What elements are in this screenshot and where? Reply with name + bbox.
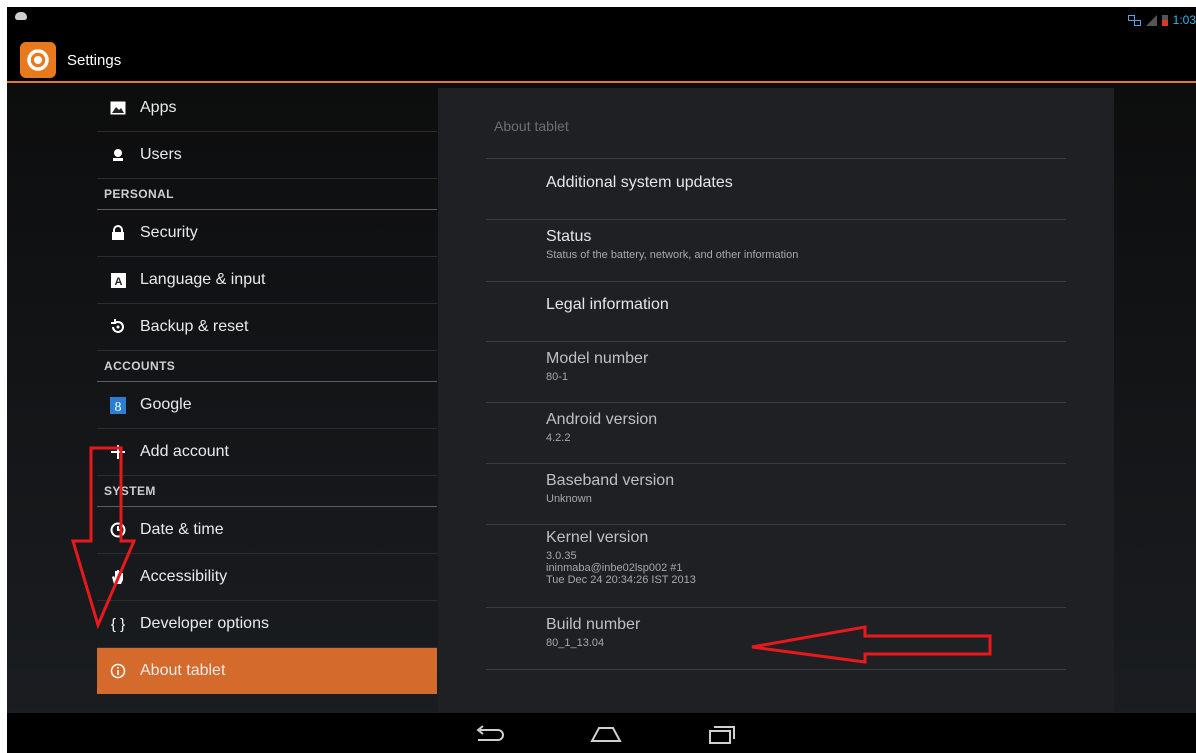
sidebar-item-label: Language & input (140, 271, 266, 288)
divider (486, 607, 1066, 608)
sidebar-item-label: Google (140, 396, 192, 413)
sidebar-item-backup-reset[interactable]: Backup & reset (97, 304, 437, 351)
section-header: ACCOUNTS (97, 351, 437, 382)
divider (486, 669, 1066, 670)
sidebar-item-about-tablet[interactable]: About tablet (97, 648, 437, 694)
battery-icon (1161, 14, 1168, 26)
signal-icon (1145, 14, 1157, 26)
recent-apps-icon[interactable] (704, 721, 738, 747)
row-title: Baseband version (546, 472, 675, 489)
divider (486, 281, 1066, 282)
sidebar-item-label: About tablet (140, 662, 226, 679)
about-row-android-version[interactable]: Android version 4.2.2 (546, 411, 1066, 444)
sidebar-item-label: Developer options (140, 615, 269, 632)
row-title: Kernel version (546, 529, 649, 546)
network-icon (1127, 14, 1141, 26)
settings-gear-icon[interactable] (20, 42, 56, 78)
clock-icon (110, 522, 126, 538)
apps-icon (110, 100, 126, 116)
app-title: Settings (67, 52, 122, 69)
action-bar: Settings (7, 32, 1196, 83)
status-bar: 1:03 (7, 7, 1196, 32)
row-title: Status (546, 228, 592, 245)
settings-list: Apps Users PERSONAL Security A Language & inp… (97, 85, 437, 694)
sidebar-item-accessibility[interactable]: Accessibility (97, 554, 437, 601)
sidebar-item-label: Security (140, 224, 198, 241)
sidebar-item-add-account[interactable]: Add account (97, 429, 437, 476)
row-title: Build number (546, 616, 641, 633)
row-summary: Status of the battery, network, and othe… (546, 249, 799, 261)
keyboard-icon: A (110, 272, 126, 288)
sidebar-item-label: Add account (140, 443, 229, 460)
sidebar-item-users[interactable]: Users (97, 132, 437, 179)
section-header: PERSONAL (97, 179, 437, 210)
row-summary: 4.2.2 (546, 432, 571, 444)
backup-icon (110, 319, 126, 335)
row-summary: Tue Dec 24 20:34:26 IST 2013 (546, 574, 696, 586)
sidebar-item-label: Date & time (140, 521, 224, 538)
lock-icon (110, 225, 126, 241)
about-row-model-number[interactable]: Model number 80-1 (546, 350, 1066, 383)
braces-icon: { } (110, 615, 126, 633)
row-summary: 80-1 (546, 371, 569, 383)
divider (486, 219, 1066, 220)
plus-icon (110, 444, 126, 460)
about-tablet-panel: About tablet Additional system updates St… (438, 88, 1114, 712)
about-row-additional-system-updates[interactable]: Additional system updates (546, 174, 1066, 192)
clock: 1:03 (1172, 13, 1196, 27)
navigation-bar (7, 713, 1196, 753)
users-icon (110, 147, 126, 163)
divider (486, 463, 1066, 464)
row-summary: 80_1_13.04 (546, 637, 605, 649)
row-summary: 3.0.35 (546, 550, 577, 562)
sidebar-item-language-input[interactable]: A Language & input (97, 257, 437, 304)
about-row-status[interactable]: Status Status of the battery, network, an… (546, 228, 1066, 261)
svg-text:A: A (114, 276, 122, 288)
info-icon (110, 663, 126, 679)
divider (486, 341, 1066, 342)
row-title: Model number (546, 350, 649, 367)
row-title: Legal information (546, 296, 669, 313)
sidebar-item-label: Accessibility (140, 568, 228, 585)
divider (486, 158, 1066, 159)
hand-icon (110, 569, 126, 585)
screen: 1:03 Settings Apps Users PERSONAL Security A… (7, 7, 1196, 753)
sidebar-item-apps[interactable]: Apps (97, 85, 437, 132)
divider (486, 524, 1066, 525)
about-row-build-number[interactable]: Build number 80_1_13.04 (546, 616, 1066, 649)
sidebar-item-developer-options[interactable]: { } Developer options (97, 601, 437, 648)
row-title: Android version (546, 411, 658, 428)
row-summary: ininmaba@inbe02lsp002 #1 (546, 562, 683, 574)
sidebar-item-label: Backup & reset (140, 318, 249, 335)
sidebar-item-label: Users (140, 146, 182, 163)
sidebar-item-security[interactable]: Security (97, 210, 437, 257)
section-header: SYSTEM (97, 476, 437, 507)
row-summary: Unknown (546, 493, 592, 505)
google-icon: 8 (110, 396, 126, 414)
divider (486, 402, 1066, 403)
sidebar-item-google[interactable]: 8 Google (97, 382, 437, 429)
back-icon[interactable] (472, 721, 506, 747)
svg-text:8: 8 (115, 400, 122, 414)
about-row-kernel-version[interactable]: Kernel version 3.0.35 ininmaba@inbe02lsp00… (546, 529, 1066, 586)
sidebar-item-label: Apps (140, 99, 177, 116)
about-row-baseband-version[interactable]: Baseband version Unknown (546, 472, 1066, 505)
android-notification-icon (15, 12, 27, 20)
row-title: Additional system updates (546, 174, 733, 191)
home-icon[interactable] (589, 721, 623, 747)
about-row-legal-information[interactable]: Legal information (546, 296, 1066, 314)
sidebar-item-date-time[interactable]: Date & time (97, 507, 437, 554)
detail-title: About tablet (494, 118, 569, 134)
